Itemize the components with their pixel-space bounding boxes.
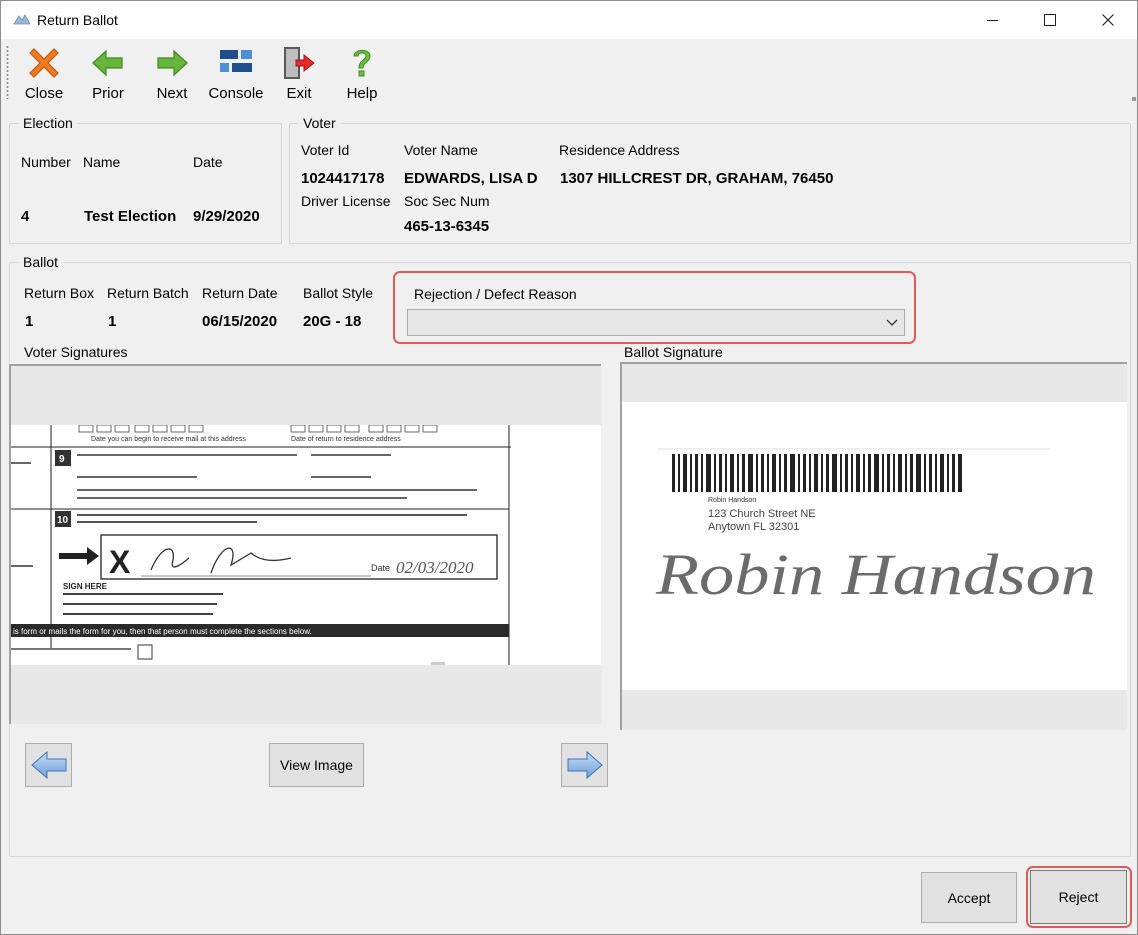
toolbar-console-button[interactable]: Console [206, 43, 266, 103]
toolbar-exit-button[interactable]: Exit [279, 43, 319, 103]
previous-signature-button[interactable] [25, 743, 72, 787]
voter-signature-image[interactable]: Date you can begin to receive mail at th… [11, 425, 601, 665]
ballot-group-title: Ballot [18, 254, 64, 270]
form-sign-here: SIGN HERE [63, 582, 108, 591]
arrow-right-icon [157, 49, 188, 77]
next-signature-button[interactable] [561, 743, 608, 787]
election-group-title: Election [18, 115, 78, 131]
minimize-icon [986, 19, 998, 21]
form-box9-number: 9 [59, 454, 65, 465]
toolbar-next-button[interactable]: Next [151, 43, 193, 103]
window-title: Return Ballot [37, 12, 118, 28]
rejection-reason-select[interactable] [407, 309, 905, 336]
console-icon [220, 50, 252, 72]
ballot-style-label: Ballot Style [303, 285, 374, 301]
help-icon [353, 49, 371, 77]
toolbar-prior-button[interactable]: Prior [87, 43, 129, 103]
title-bar: Return Ballot [1, 1, 1137, 39]
toolbar-help-label: Help [346, 85, 378, 102]
form-footer-text: is form or mails the form for you, then … [13, 627, 312, 636]
rejection-reason-label: Rejection / Defect Reason [414, 286, 577, 302]
app-icon [13, 14, 31, 25]
form-line1b-text: Date of return to residence address [291, 436, 401, 443]
ballot-style-value: 20G - 18 [303, 313, 362, 330]
exit-door-icon [284, 47, 315, 79]
toolbar: Close Prior Next Console Exit Help [1, 39, 1137, 105]
maximize-button[interactable] [1021, 1, 1079, 39]
toolbar-next-label: Next [156, 85, 188, 102]
form-date-label: Date [371, 563, 390, 573]
election-group: Election Number Name Date 4 Test Electio… [9, 115, 282, 244]
soc-sec-num-value: 465-13-6345 [404, 218, 490, 235]
return-date-value: 06/15/2020 [202, 313, 278, 330]
ballot-sig-addr3: Anytown FL 32301 [708, 521, 799, 533]
election-number-value: 4 [21, 208, 30, 225]
arrow-left-icon [30, 750, 66, 780]
return-box-label: Return Box [24, 285, 95, 301]
toolbar-close-label: Close [24, 85, 64, 102]
form-date-value: 02/03/2020 [396, 558, 474, 577]
ballot-sig-signature: Robin Handson [655, 542, 1096, 607]
arrow-right-icon [567, 750, 603, 780]
window-close-button[interactable] [1079, 1, 1137, 39]
voter-group: Voter Voter Id Voter Name Residence Addr… [289, 115, 1131, 244]
voter-name-value: EDWARDS, LISA D [404, 170, 538, 187]
soc-sec-num-label: Soc Sec Num [404, 193, 490, 209]
barcode [672, 454, 962, 492]
minimize-button[interactable] [963, 1, 1021, 39]
residence-address-label: Residence Address [559, 142, 680, 158]
election-date-label: Date [193, 154, 223, 170]
view-image-button[interactable]: View Image [269, 743, 364, 787]
toolbar-grip[interactable] [6, 45, 9, 99]
svg-text:X: X [109, 544, 131, 580]
arrow-left-icon [92, 49, 123, 77]
return-batch-value: 1 [108, 313, 117, 330]
ballot-signature-image[interactable]: Robin Handson 123 Church Street NE Anyto… [622, 402, 1127, 690]
form-line1-text: Date you can begin to receive mail at th… [91, 436, 246, 443]
election-name-value: Test Election [84, 208, 177, 225]
driver-license-label: Driver License [301, 193, 391, 209]
residence-address-value: 1307 HILLCREST DR, GRAHAM, 76450 [560, 170, 834, 187]
chevron-down-icon [886, 319, 898, 326]
voter-signature-panel: Date you can begin to receive mail at th… [9, 364, 601, 724]
view-image-label: View Image [280, 757, 353, 773]
toolbar-close-button[interactable]: Close [22, 43, 66, 103]
ballot-signature-panel: Robin Handson 123 Church Street NE Anyto… [620, 362, 1127, 730]
reject-label: Reject [1058, 889, 1099, 905]
voter-id-value: 1024417178 [301, 170, 385, 187]
ballot-sig-addr1: Robin Handson [708, 497, 756, 504]
reject-button[interactable]: Reject [1030, 870, 1127, 924]
ballot-signature-label: Ballot Signature [624, 344, 723, 360]
voter-group-title: Voter [298, 115, 341, 131]
voter-id-label: Voter Id [301, 142, 350, 158]
election-name-label: Name [83, 154, 121, 170]
return-date-label: Return Date [202, 285, 278, 301]
voter-signatures-label: Voter Signatures [24, 344, 128, 360]
toolbar-overflow-indicator [1132, 97, 1136, 101]
toolbar-help-button[interactable]: Help [342, 43, 382, 103]
return-batch-label: Return Batch [107, 285, 189, 301]
ballot-sig-addr2: 123 Church Street NE [708, 508, 816, 520]
voter-name-label: Voter Name [404, 142, 478, 158]
form-box10-number: 10 [57, 515, 69, 526]
toolbar-exit-label: Exit [286, 85, 312, 102]
election-number-label: Number [21, 154, 71, 170]
toolbar-console-label: Console [208, 85, 264, 102]
election-date-value: 9/29/2020 [193, 208, 260, 225]
toolbar-prior-label: Prior [92, 85, 124, 102]
close-icon [1102, 14, 1114, 26]
accept-button[interactable]: Accept [921, 872, 1017, 923]
close-x-icon [29, 48, 59, 78]
return-ballot-window: Return Ballot Close Prior Next Console E… [0, 0, 1138, 935]
maximize-icon [1044, 14, 1056, 26]
accept-label: Accept [947, 889, 991, 906]
return-box-value: 1 [25, 313, 34, 330]
